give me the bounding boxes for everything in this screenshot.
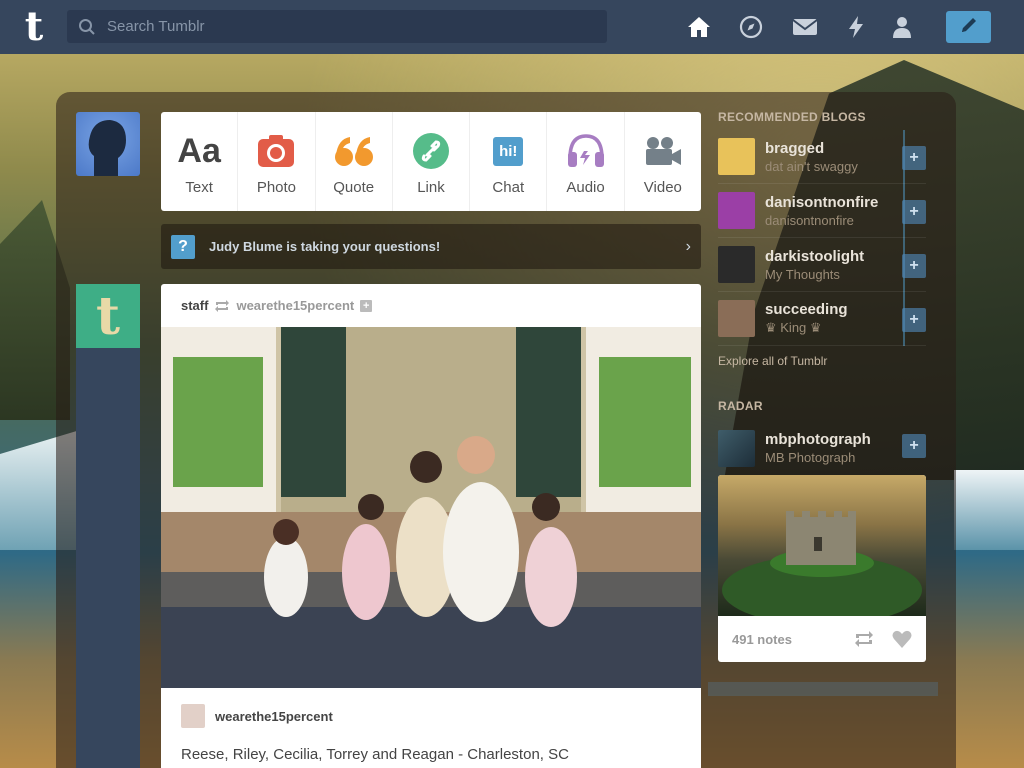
search-input[interactable] <box>107 18 587 35</box>
follow-button[interactable]: + <box>902 200 926 224</box>
post-photo[interactable] <box>161 327 701 688</box>
pencil-icon <box>959 15 979 40</box>
follow-button[interactable]: + <box>902 254 926 278</box>
blog-title: ♛ King ♛ <box>765 320 822 335</box>
tumblr-logo[interactable]: t <box>16 6 52 48</box>
post-type-chat[interactable]: hi! Chat <box>470 112 548 211</box>
follow-plus-icon[interactable]: + <box>360 299 373 312</box>
reblog-icon[interactable] <box>854 631 874 647</box>
question-icon: ? <box>171 234 195 259</box>
post-type-quote[interactable]: Quote <box>316 112 393 211</box>
blog-avatar <box>718 300 755 337</box>
radar-photo[interactable] <box>718 475 926 625</box>
post-caption: wearethe15percent Reese, Riley, Cecilia,… <box>181 704 569 763</box>
home-icon[interactable] <box>686 14 712 40</box>
background-wave-right <box>954 470 1024 550</box>
post-type-text[interactable]: Aa Text <box>161 112 239 211</box>
chevron-right-icon: › <box>685 237 691 255</box>
chat-icon: hi! <box>488 131 528 171</box>
recommended-blog[interactable]: succeeding ♛ King ♛ + <box>718 292 926 346</box>
post-type-label: Link <box>417 179 445 196</box>
explore-link[interactable]: Explore all of Tumblr <box>718 354 827 368</box>
post-type-video[interactable]: Video <box>625 112 701 211</box>
headphones-icon <box>566 131 606 171</box>
blog-avatar <box>718 192 755 229</box>
staff-avatar[interactable]: t <box>76 284 140 348</box>
dashboard-post: staff wearethe15percent + wearethe15perc… <box>161 284 701 768</box>
post-type-label: Photo <box>256 179 297 196</box>
blog-name: darkistoolight <box>765 247 865 265</box>
radar-blog[interactable]: mbphotograph MB Photograph + <box>718 428 926 468</box>
source-avatar <box>181 704 205 728</box>
radar-title: RADAR <box>718 399 763 413</box>
recommended-blog[interactable]: bragged dat ain't swaggy + <box>718 130 926 184</box>
explore-compass-icon[interactable] <box>738 14 764 40</box>
text-icon: Aa <box>177 131 221 170</box>
blog-name: succeeding <box>765 301 848 318</box>
notes-count[interactable]: 491 notes <box>732 632 836 647</box>
follow-button[interactable]: + <box>902 146 926 170</box>
post-type-audio[interactable]: Audio <box>547 112 625 211</box>
reblog-icon <box>214 299 230 312</box>
radar-post[interactable]: 491 notes <box>718 475 926 662</box>
search-icon <box>67 18 107 36</box>
blog-title: My Thoughts <box>765 266 840 282</box>
activity-lightning-icon[interactable] <box>843 14 869 40</box>
search-box[interactable] <box>67 10 607 43</box>
radar-follow-button[interactable]: + <box>902 434 926 458</box>
camera-icon <box>257 131 295 171</box>
recommended-blog[interactable]: danisontnonfire danisontnonfire + <box>718 184 926 238</box>
blog-name: danisontnonfire <box>765 193 879 211</box>
user-avatar[interactable] <box>76 112 140 176</box>
post-header: staff wearethe15percent + <box>161 284 701 327</box>
post-type-photo[interactable]: Photo <box>238 112 316 211</box>
post-type-link[interactable]: Link <box>393 112 471 211</box>
post-type-label: Quote <box>333 179 375 196</box>
account-person-icon[interactable] <box>889 14 915 40</box>
like-heart-icon[interactable] <box>892 630 912 648</box>
post-author[interactable]: staff <box>181 298 208 313</box>
quote-icon <box>334 131 374 171</box>
sidebar-footer <box>708 682 938 696</box>
recommended-blog[interactable]: darkistoolight My Thoughts + <box>718 238 926 292</box>
banner-text: Judy Blume is taking your questions! <box>209 239 441 254</box>
link-icon <box>412 131 450 171</box>
caption-source[interactable]: wearethe15percent <box>181 704 569 728</box>
reblogged-from[interactable]: wearethe15percent <box>236 298 354 313</box>
radar-blog-title: MB Photograph <box>765 450 856 465</box>
source-name: wearethe15percent <box>215 708 333 724</box>
post-type-bar: Aa Text Photo Quote Link hi! Chat Audio <box>161 112 701 211</box>
radar-post-footer: 491 notes <box>718 616 926 662</box>
post-type-label: Audio <box>566 179 605 196</box>
post-type-label: Video <box>643 179 682 196</box>
post-type-label: Text <box>185 179 213 196</box>
blog-avatar <box>718 246 755 283</box>
caption-text: Reese, Riley, Cecilia, Torrey and Reagan… <box>181 746 569 763</box>
radar-blog-name: mbphotograph <box>765 431 871 448</box>
post-type-label: Chat <box>492 179 525 196</box>
radar-avatar <box>718 429 755 467</box>
blog-title: dat ain't swaggy <box>765 158 858 174</box>
messages-mail-icon[interactable] <box>792 14 818 40</box>
video-camera-icon <box>643 131 683 171</box>
top-navigation-bar: t <box>0 0 1024 54</box>
blog-title: danisontnonfire <box>765 212 854 228</box>
follow-button[interactable]: + <box>902 308 926 332</box>
recommended-blogs-title: RECOMMENDED BLOGS <box>718 110 866 124</box>
announcement-banner[interactable]: ? Judy Blume is taking your questions! › <box>161 224 701 269</box>
staff-avatar-column: t <box>76 284 140 768</box>
recommended-blogs-list: bragged dat ain't swaggy + danisontnonfi… <box>718 130 926 346</box>
blog-name: bragged <box>765 139 825 157</box>
blog-avatar <box>718 138 755 175</box>
compose-button[interactable] <box>946 11 991 43</box>
